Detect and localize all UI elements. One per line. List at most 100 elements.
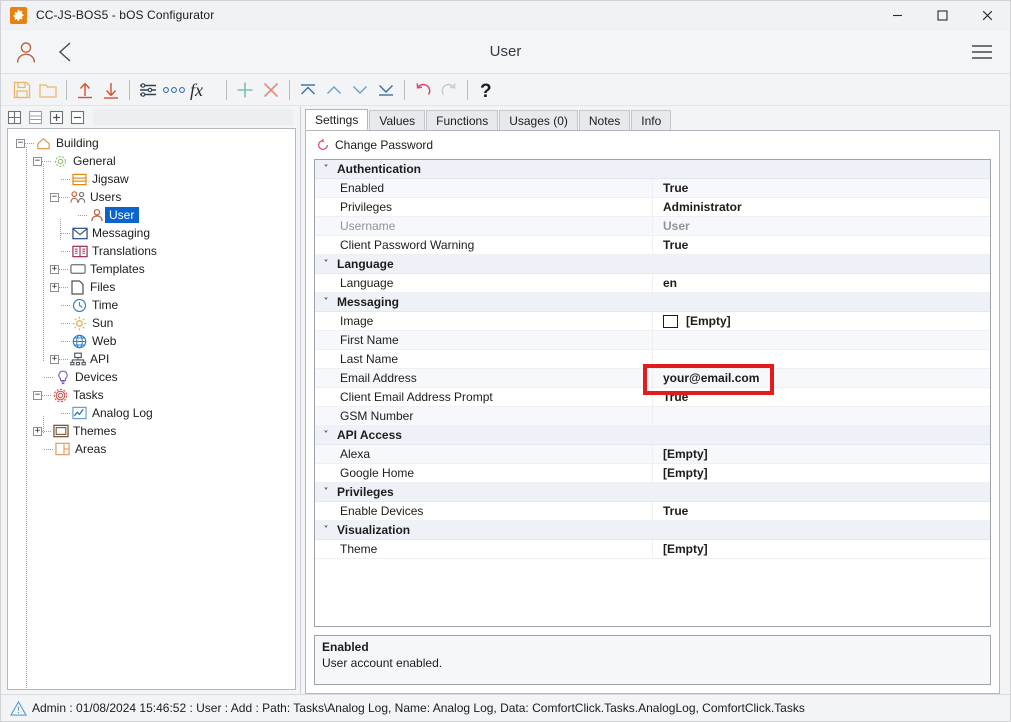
tree-item-api[interactable]: + API [8, 350, 295, 368]
property-value-cell[interactable]: [Empty] [652, 539, 990, 559]
download-button[interactable] [98, 77, 124, 103]
question-mark-icon[interactable]: ? [473, 77, 499, 103]
tab-values[interactable]: Values [369, 110, 426, 130]
sliders-icon[interactable] [135, 77, 161, 103]
tab-usages-0[interactable]: Usages (0) [499, 110, 578, 130]
tree-item-tasks[interactable]: − Tasks [8, 386, 295, 404]
move-to-bottom-icon[interactable] [373, 77, 399, 103]
tab-notes[interactable]: Notes [578, 110, 631, 130]
property-row-enabled[interactable]: Enabled True [315, 178, 990, 198]
open-button[interactable] [35, 77, 61, 103]
tree-collapse-toggle[interactable]: − [16, 138, 25, 148]
maximize-button[interactable] [920, 1, 965, 30]
property-category-authentication[interactable]: ˅ Authentication [315, 160, 990, 179]
chevron-down-icon[interactable] [347, 77, 373, 103]
tree-item-users[interactable]: − Users [8, 188, 295, 206]
property-value-cell[interactable]: True [652, 178, 990, 198]
tree-collapse-toggle[interactable]: − [50, 192, 59, 202]
tree-item-time[interactable]: Time [8, 296, 295, 314]
tree-view[interactable]: − Building − General Jigsaw − Users User Messagi… [7, 128, 296, 690]
property-value-cell[interactable]: your@email.com [652, 368, 990, 388]
property-row-google-home[interactable]: Google Home [Empty] [315, 463, 990, 483]
tree-item-general[interactable]: − General [8, 152, 295, 170]
chevron-down-icon[interactable]: ˅ [315, 430, 337, 441]
tree-item-web[interactable]: Web [8, 332, 295, 350]
chevron-down-icon[interactable]: ˅ [315, 487, 337, 498]
plus-box-icon[interactable] [47, 108, 66, 126]
tree-expand-toggle[interactable]: + [50, 264, 59, 274]
property-category-language[interactable]: ˅ Language [315, 255, 990, 274]
property-row-first-name[interactable]: First Name [315, 330, 990, 350]
property-value-cell[interactable] [652, 330, 990, 350]
tab-functions[interactable]: Functions [426, 110, 499, 130]
tree-item-devices[interactable]: Devices [8, 368, 295, 386]
tree-item-user[interactable]: User [8, 206, 295, 224]
save-button[interactable] [9, 77, 35, 103]
property-value-cell[interactable]: True [652, 235, 990, 255]
property-value-cell[interactable]: User [652, 216, 990, 236]
back-chevron-icon[interactable] [53, 40, 79, 64]
minus-box-icon[interactable] [68, 108, 87, 126]
property-category-visualization[interactable]: ˅ Visualization [315, 521, 990, 540]
chevron-down-icon[interactable]: ˅ [315, 297, 337, 308]
tree-expand-toggle[interactable]: + [50, 354, 59, 364]
tree-item-translations[interactable]: Translations [8, 242, 295, 260]
cross-icon[interactable] [258, 77, 284, 103]
property-row-gsm-number[interactable]: GSM Number [315, 406, 990, 426]
tree-item-files[interactable]: + Files [8, 278, 295, 296]
close-button[interactable] [965, 1, 1010, 30]
property-row-language[interactable]: Language en [315, 273, 990, 293]
property-row-alexa[interactable]: Alexa [Empty] [315, 444, 990, 464]
property-value-cell[interactable]: Administrator [652, 197, 990, 217]
property-row-client-email-address-prompt[interactable]: Client Email Address Prompt True [315, 387, 990, 407]
property-row-image[interactable]: Image [Empty] [315, 311, 990, 331]
fx-icon[interactable]: fx [187, 77, 221, 103]
property-row-enable-devices[interactable]: Enable Devices True [315, 501, 990, 521]
tab-settings[interactable]: Settings [305, 109, 369, 130]
tree-expand-toggle[interactable]: + [33, 426, 42, 436]
chevron-down-icon[interactable]: ˅ [315, 164, 337, 175]
tab-info[interactable]: Info [631, 110, 672, 130]
tree-item-sun[interactable]: Sun [8, 314, 295, 332]
minimize-button[interactable] [875, 1, 920, 30]
tree-expand-toggle[interactable]: + [50, 282, 59, 292]
tree-item-building[interactable]: − Building [8, 134, 295, 152]
property-value-cell[interactable] [652, 406, 990, 426]
property-row-last-name[interactable]: Last Name [315, 349, 990, 369]
property-value-cell[interactable] [652, 349, 990, 369]
hamburger-menu-icon[interactable] [968, 42, 996, 62]
property-value-cell[interactable]: [Empty] [652, 311, 990, 331]
tree-item-analog-log[interactable]: Analog Log [8, 404, 295, 422]
redo-arrow-icon[interactable] [436, 77, 462, 103]
user-icon[interactable] [11, 39, 41, 65]
property-row-privileges[interactable]: Privileges Administrator [315, 197, 990, 217]
change-password-action[interactable]: Change Password [306, 134, 999, 156]
plus-icon[interactable] [232, 77, 258, 103]
property-value-cell[interactable]: True [652, 387, 990, 407]
undo-arrow-icon[interactable] [410, 77, 436, 103]
property-value-cell[interactable]: en [652, 273, 990, 293]
property-row-username[interactable]: Username User [315, 216, 990, 236]
move-to-top-icon[interactable] [295, 77, 321, 103]
collapse-all-icon[interactable] [26, 108, 45, 126]
upload-button[interactable] [72, 77, 98, 103]
tree-search-field[interactable] [93, 109, 293, 125]
property-value-cell[interactable]: [Empty] [652, 444, 990, 464]
tree-item-templates[interactable]: + Templates [8, 260, 295, 278]
property-row-theme[interactable]: Theme [Empty] [315, 539, 990, 559]
tree-item-jigsaw[interactable]: Jigsaw [8, 170, 295, 188]
tree-collapse-toggle[interactable]: − [33, 156, 42, 166]
property-row-email-address[interactable]: Email Address your@email.com [315, 368, 990, 388]
tree-item-areas[interactable]: Areas [8, 440, 295, 458]
property-value-cell[interactable]: True [652, 501, 990, 521]
property-row-client-password-warning[interactable]: Client Password Warning True [315, 235, 990, 255]
property-category-messaging[interactable]: ˅ Messaging [315, 293, 990, 312]
tree-item-messaging[interactable]: Messaging [8, 224, 295, 242]
property-value-cell[interactable]: [Empty] [652, 463, 990, 483]
chevron-down-icon[interactable]: ˅ [315, 259, 337, 270]
property-grid[interactable]: ˅ Authentication Enabled True Privileges Admi… [314, 159, 991, 627]
property-category-api-access[interactable]: ˅ API Access [315, 426, 990, 445]
tree-item-themes[interactable]: + Themes [8, 422, 295, 440]
chevron-down-icon[interactable]: ˅ [315, 525, 337, 536]
expand-all-icon[interactable] [5, 108, 24, 126]
